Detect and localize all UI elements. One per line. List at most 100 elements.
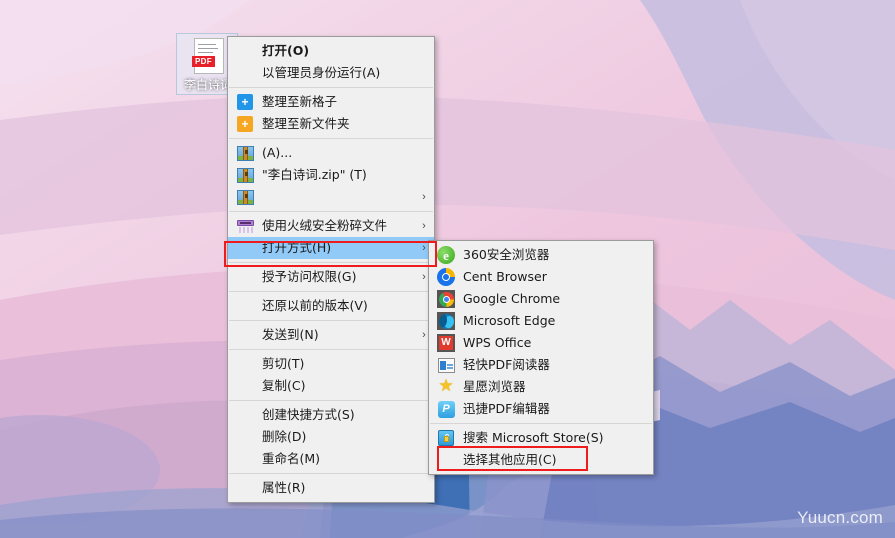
pdf-badge: PDF: [192, 56, 215, 67]
menu-item-archive-a-label: (A)...: [262, 145, 293, 160]
site-watermark: Yuucn.com: [797, 508, 883, 527]
menu-separator: [229, 211, 433, 212]
submenu-item-qingkuai-pdf-label: 轻快PDF阅读器: [463, 357, 550, 372]
menu-item-open-with[interactable]: 打开方式(H) ›: [228, 237, 434, 259]
menu-item-icon-slot: [228, 215, 262, 237]
star-browser-icon: ★: [438, 376, 454, 396]
menu-item-icon-slot: [228, 295, 262, 317]
menu-item-properties-label: 属性(R): [262, 480, 306, 495]
menu-item-icon-slot: [429, 427, 463, 449]
menu-item-icon-slot: W: [429, 332, 463, 354]
submenu-item-search-store-label: 搜索 Microsoft Store(S): [463, 430, 604, 445]
menu-item-archive-a[interactable]: (A)...: [228, 142, 434, 164]
menu-item-icon-slot: [228, 353, 262, 375]
menu-item-icon-slot: [429, 354, 463, 376]
store-icon: [438, 430, 454, 446]
submenu-item-microsoft-edge-label: Microsoft Edge: [463, 313, 556, 328]
menu-item-icon-slot: [228, 375, 262, 397]
submenu-item-xingyuan[interactable]: ★ 星愿浏览器: [429, 376, 653, 398]
submenu-item-xunjie-pdf-label: 迅捷PDF编辑器: [463, 401, 550, 416]
menu-separator: [229, 400, 433, 401]
menu-separator: [229, 320, 433, 321]
menu-separator: [229, 349, 433, 350]
submenu-item-search-store[interactable]: 搜索 Microsoft Store(S): [429, 427, 653, 449]
menu-item-icon-slot: [429, 266, 463, 288]
menu-item-huorong-shred[interactable]: 使用火绒安全粉碎文件 ›: [228, 215, 434, 237]
menu-item-cut[interactable]: 剪切(T): [228, 353, 434, 375]
menu-item-icon-slot: +: [228, 91, 262, 113]
menu-item-archive-more[interactable]: ›: [228, 186, 434, 208]
zip-icon: [236, 167, 254, 183]
menu-item-icon-slot: [228, 62, 262, 84]
menu-item-grant-access-label: 授予访问权限(G): [262, 269, 357, 284]
menu-item-rename[interactable]: 重命名(M): [228, 448, 434, 470]
menu-separator: [229, 291, 433, 292]
submenu-item-wps-office[interactable]: W WPS Office: [429, 332, 653, 354]
menu-item-rename-label: 重命名(M): [262, 451, 321, 466]
menu-item-icon-slot: [429, 288, 463, 310]
submenu-item-choose-other-label: 选择其他应用(C): [463, 452, 557, 467]
submenu-item-choose-other[interactable]: 选择其他应用(C): [429, 449, 653, 471]
menu-item-icon-slot: [228, 404, 262, 426]
menu-item-restore-versions-label: 还原以前的版本(V): [262, 298, 368, 313]
menu-separator: [229, 473, 433, 474]
menu-item-copy-label: 复制(C): [262, 378, 306, 393]
menu-item-icon-slot: P: [429, 398, 463, 420]
menu-item-icon-slot: e: [429, 244, 463, 266]
menu-item-send-to[interactable]: 发送到(N) ›: [228, 324, 434, 346]
submenu-item-qingkuai-pdf[interactable]: 轻快PDF阅读器: [429, 354, 653, 376]
open-with-submenu[interactable]: e 360安全浏览器 Cent Browser Google Chrome Micros…: [428, 240, 654, 475]
menu-item-icon-slot: [228, 426, 262, 448]
menu-item-organize-new-folder[interactable]: + 整理至新文件夹: [228, 113, 434, 135]
menu-item-icon-slot: [228, 477, 262, 499]
menu-item-organize-new-grid[interactable]: + 整理至新格子: [228, 91, 434, 113]
cent-browser-icon: [437, 268, 455, 286]
submenu-item-google-chrome-label: Google Chrome: [463, 291, 561, 306]
menu-item-run-as-admin-label: 以管理员身份运行(A): [262, 65, 381, 80]
menu-item-open-with-label: 打开方式(H): [262, 240, 332, 255]
pdf-text-line: [198, 52, 213, 53]
submenu-item-xingyuan-label: 星愿浏览器: [463, 379, 526, 394]
menu-item-run-as-admin[interactable]: 以管理员身份运行(A): [228, 62, 434, 84]
submenu-item-wps-office-label: WPS Office: [463, 335, 532, 350]
submenu-item-xunjie-pdf[interactable]: P 迅捷PDF编辑器: [429, 398, 653, 420]
file-context-menu[interactable]: 打开(O) 以管理员身份运行(A) + 整理至新格子 + 整理至新文件夹 (A)... "李白…: [227, 36, 435, 503]
menu-item-send-to-label: 发送到(N): [262, 327, 319, 342]
submenu-item-cent-browser[interactable]: Cent Browser: [429, 266, 653, 288]
menu-separator: [229, 138, 433, 139]
menu-item-icon-slot: [429, 449, 463, 471]
shredder-icon: [236, 219, 254, 234]
submenu-item-browser-360[interactable]: e 360安全浏览器: [429, 244, 653, 266]
app-360-icon: e: [437, 246, 455, 264]
menu-item-archive-named[interactable]: "李白诗词.zip" (T): [228, 164, 434, 186]
menu-item-icon-slot: ★: [429, 376, 463, 398]
menu-item-grant-access[interactable]: 授予访问权限(G) ›: [228, 266, 434, 288]
submenu-item-google-chrome[interactable]: Google Chrome: [429, 288, 653, 310]
chevron-right-icon: ›: [422, 220, 426, 232]
menu-item-restore-versions[interactable]: 还原以前的版本(V): [228, 295, 434, 317]
chrome-icon: [437, 290, 455, 308]
menu-item-copy[interactable]: 复制(C): [228, 375, 434, 397]
menu-separator: [430, 423, 652, 424]
menu-item-organize-new-grid-label: 整理至新格子: [262, 94, 338, 109]
submenu-item-browser-360-label: 360安全浏览器: [463, 247, 550, 262]
chevron-right-icon: ›: [422, 191, 426, 203]
menu-separator: [229, 262, 433, 263]
edge-icon: [437, 312, 455, 330]
menu-item-delete[interactable]: 删除(D): [228, 426, 434, 448]
pdf-text-line: [198, 48, 218, 49]
menu-item-icon-slot: [228, 142, 262, 164]
menu-item-icon-slot: [228, 164, 262, 186]
blue-plus-icon: +: [237, 94, 253, 110]
menu-item-icon-slot: [228, 448, 262, 470]
menu-item-icon-slot: [228, 324, 262, 346]
menu-item-open[interactable]: 打开(O): [228, 40, 434, 62]
submenu-item-microsoft-edge[interactable]: Microsoft Edge: [429, 310, 653, 332]
zip-icon: [236, 189, 254, 205]
menu-item-properties[interactable]: 属性(R): [228, 477, 434, 499]
menu-item-create-shortcut-label: 创建快捷方式(S): [262, 407, 355, 422]
menu-item-icon-slot: +: [228, 113, 262, 135]
xunjie-pdf-icon: P: [437, 400, 455, 418]
menu-item-create-shortcut[interactable]: 创建快捷方式(S): [228, 404, 434, 426]
menu-item-organize-new-folder-label: 整理至新文件夹: [262, 116, 350, 131]
